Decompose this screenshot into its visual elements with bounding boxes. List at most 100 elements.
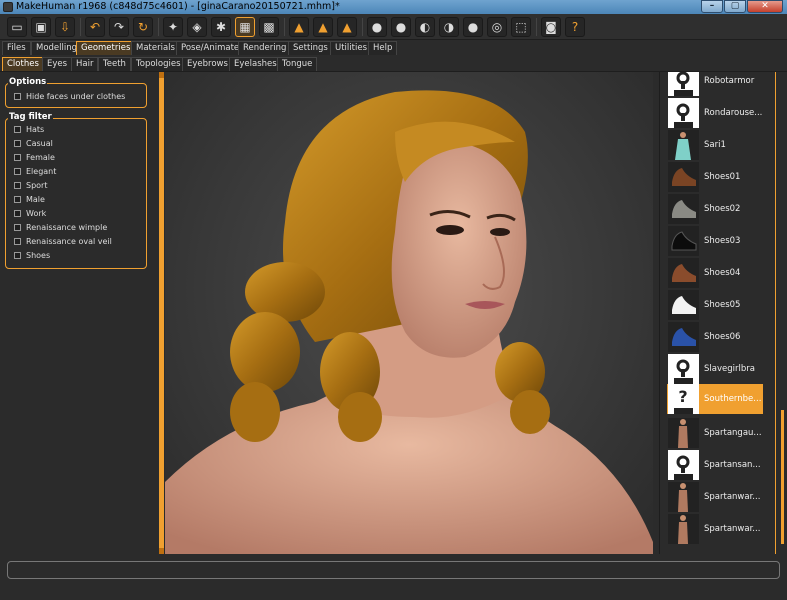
list-item[interactable]: Spartanwar...: [667, 482, 763, 512]
list-item[interactable]: Robotarmor: [667, 72, 763, 96]
notfound-icon: [668, 72, 699, 96]
list-item[interactable]: Shoes04: [667, 258, 763, 288]
wireframe-icon[interactable]: ◈: [187, 17, 207, 37]
status-field: [7, 561, 780, 579]
tab-topologies[interactable]: Topologies: [131, 57, 186, 71]
global-camera-icon[interactable]: ●: [463, 17, 483, 37]
clothes-list-scrollbar[interactable]: [772, 72, 784, 554]
back-view-icon[interactable]: ▲: [313, 17, 333, 37]
maximize-button[interactable]: ▢: [724, 0, 746, 13]
tag-sport-checkbox[interactable]: Sport: [14, 179, 47, 191]
tag-renaissance-wimple-checkbox[interactable]: Renaissance wimple: [14, 221, 107, 233]
undo-icon[interactable]: ↶: [85, 17, 105, 37]
tag-male-checkbox[interactable]: Male: [14, 193, 45, 205]
tab-utilities[interactable]: Utilities: [330, 41, 372, 55]
checkbox-icon[interactable]: [14, 209, 21, 217]
smooth-icon[interactable]: ✦: [163, 17, 183, 37]
tag-filter-group: Tag filter Hats Casual Female Elegant Sp…: [5, 112, 147, 269]
list-item[interactable]: Shoes06: [667, 322, 763, 352]
top-view-icon[interactable]: ◐: [415, 17, 435, 37]
redo-icon[interactable]: ↷: [109, 17, 129, 37]
right-view-icon[interactable]: ●: [391, 17, 411, 37]
checkbox-icon[interactable]: [14, 92, 21, 100]
tag-female-checkbox[interactable]: Female: [14, 151, 55, 163]
list-item[interactable]: Spartansan...: [667, 450, 763, 480]
tab-hair[interactable]: Hair: [71, 57, 99, 71]
tab-eyebrows[interactable]: Eyebrows: [182, 57, 233, 71]
tab-clothes[interactable]: Clothes: [2, 57, 44, 71]
tag-elegant-checkbox[interactable]: Elegant: [14, 165, 56, 177]
left-view-icon[interactable]: ●: [367, 17, 387, 37]
list-item[interactable]: Shoes03: [667, 226, 763, 256]
options-title: Options: [8, 77, 48, 87]
tab-materials[interactable]: Materials: [131, 41, 180, 55]
list-item[interactable]: Spartanwar...: [667, 514, 763, 544]
checkbox-icon[interactable]: [14, 125, 21, 133]
tab-teeth[interactable]: Teeth: [98, 57, 131, 71]
3d-viewport[interactable]: [165, 72, 653, 554]
tab-geometries[interactable]: Geometries: [76, 41, 136, 55]
figure-thumbnail: [668, 482, 699, 512]
help-icon[interactable]: ?: [565, 17, 585, 37]
pose-icon[interactable]: ✱: [211, 17, 231, 37]
save-icon[interactable]: ▣: [31, 17, 51, 37]
tag-renaissance-oval-veil-checkbox[interactable]: Renaissance oval veil: [14, 235, 112, 247]
list-item[interactable]: Slavegirlbra: [667, 354, 763, 384]
tab-modelling[interactable]: Modelling: [31, 41, 83, 55]
item-label: Shoes04: [704, 268, 741, 278]
side-view-icon[interactable]: ▲: [337, 17, 357, 37]
checkbox-icon[interactable]: [14, 195, 21, 203]
checkbox-icon[interactable]: [14, 167, 21, 175]
left-panel-scrollbar[interactable]: [159, 72, 164, 554]
tag-shoes-checkbox[interactable]: Shoes: [14, 249, 50, 261]
checkbox-icon[interactable]: [14, 181, 21, 189]
list-item[interactable]: Shoes05: [667, 290, 763, 320]
new-icon[interactable]: ▭: [7, 17, 27, 37]
bottom-view-icon[interactable]: ◑: [439, 17, 459, 37]
item-label: Shoes05: [704, 300, 741, 310]
tab-rendering[interactable]: Rendering: [238, 41, 292, 55]
tag-work-checkbox[interactable]: Work: [14, 207, 46, 219]
minimize-button[interactable]: –: [701, 0, 723, 13]
tab-files[interactable]: Files: [2, 41, 31, 55]
hide-faces-checkbox[interactable]: Hide faces under clothes: [14, 90, 125, 102]
human-model-render: [165, 90, 653, 554]
face-camera-icon[interactable]: ◎: [487, 17, 507, 37]
list-item[interactable]: Shoes01: [667, 162, 763, 192]
front-view-icon[interactable]: ▲: [289, 17, 309, 37]
checker-icon[interactable]: ▩: [259, 17, 279, 37]
item-label: Sari1: [704, 140, 726, 150]
tab-settings[interactable]: Settings: [288, 41, 333, 55]
tag-filter-title: Tag filter: [8, 112, 53, 122]
list-item[interactable]: Spartangau...: [667, 418, 763, 448]
toolbar: ▭ ▣ ⇩ ↶ ↷ ↻ ✦ ◈ ✱ ▦ ▩ ▲ ▲ ▲ ● ● ◐ ◑ ● ◎ …: [0, 14, 787, 40]
close-button[interactable]: ✕: [747, 0, 783, 13]
list-item[interactable]: Shoes02: [667, 194, 763, 224]
list-item[interactable]: Sari1: [667, 130, 763, 160]
tab-pose-animate[interactable]: Pose/Animate: [176, 41, 245, 55]
tag-casual-checkbox[interactable]: Casual: [14, 137, 53, 149]
tab-help[interactable]: Help: [368, 41, 398, 55]
tab-eyelashes[interactable]: Eyelashes: [229, 57, 282, 71]
list-item-selected[interactable]: ? Southernbe...: [667, 384, 763, 414]
tag-hats-checkbox[interactable]: Hats: [14, 123, 44, 135]
checkbox-icon[interactable]: [14, 139, 21, 147]
reset-icon[interactable]: ↻: [133, 17, 153, 37]
notfound-icon: [668, 354, 699, 384]
screenshot-icon[interactable]: ◙: [541, 17, 561, 37]
checkbox-icon[interactable]: [14, 153, 21, 161]
list-item[interactable]: Rondarouse...: [667, 98, 763, 128]
shoe-thumbnail: [668, 162, 699, 192]
tab-eyes[interactable]: Eyes: [42, 57, 73, 71]
export-icon[interactable]: ⇩: [55, 17, 75, 37]
zoom-fit-icon[interactable]: ⬚: [511, 17, 531, 37]
checkbox-icon[interactable]: [14, 223, 21, 231]
checkbox-icon[interactable]: [14, 251, 21, 259]
checkbox-icon[interactable]: [14, 237, 21, 245]
scroll-thumb[interactable]: [781, 410, 784, 544]
item-label: Robotarmor: [704, 76, 755, 86]
tag-label: Elegant: [26, 166, 57, 176]
tab-tongue[interactable]: Tongue: [277, 57, 318, 71]
status-bar: [0, 554, 787, 600]
grid-icon[interactable]: ▦: [235, 17, 255, 37]
